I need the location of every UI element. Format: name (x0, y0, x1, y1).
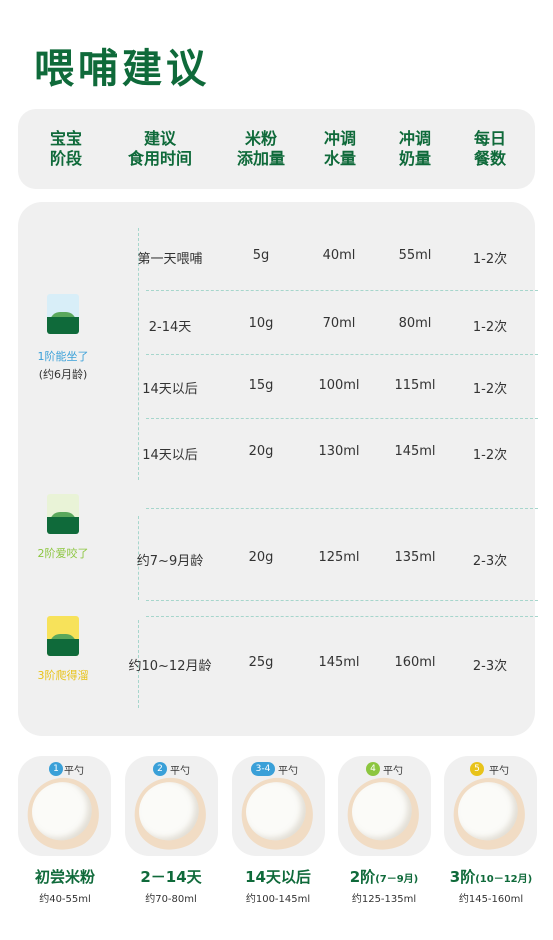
spoon-count-badge: 5 (470, 762, 484, 776)
page-title: 喂哺建议 (34, 46, 210, 92)
cell-time: 14天以后 (142, 382, 198, 397)
cell-time: 14天以后 (142, 448, 198, 463)
header-water: 冲调 水量 (323, 129, 356, 168)
spoon-card: 4 平勺 (336, 756, 431, 861)
row-divider (146, 418, 538, 419)
header-amount: 米粉 添加量 (236, 129, 285, 168)
spoon-level-label: 平勺 (170, 766, 190, 777)
cell-amount: 15g (248, 378, 274, 393)
spoon-level-label: 平勺 (383, 766, 403, 777)
header-meals: 每日 餐数 (473, 129, 506, 168)
stage3-package-icon (47, 616, 79, 656)
spoon-card: 1 平勺 (16, 756, 111, 861)
spoon-count-badge: 3-4 (251, 762, 275, 776)
spoon-stage-label: 3阶(10－12月) (449, 868, 533, 886)
cell-time: 2-14天 (148, 320, 192, 335)
cell-time: 约7~9月龄 (136, 554, 204, 569)
spoon-stage-label: 14天以后 (245, 868, 311, 886)
spoon-card: 5 平勺 (442, 756, 537, 861)
row-divider (146, 508, 538, 509)
spoon-icon (442, 767, 536, 861)
spoon-card: 3-4 平勺 (230, 756, 325, 861)
spoon-icon (230, 767, 324, 861)
cell-meals: 1-2次 (472, 320, 508, 335)
stage1-label: 1阶能坐了 (37, 350, 89, 363)
cell-amount: 20g (248, 550, 274, 565)
spoon-volume: 约145-160ml (458, 894, 524, 905)
spoon-level-label: 平勺 (489, 766, 509, 777)
cell-meals: 2-3次 (472, 659, 508, 674)
cell-amount: 25g (248, 655, 274, 670)
spoon-count-badge: 4 (366, 762, 380, 776)
spoon-stage-label: 2－14天 (140, 868, 202, 886)
spoon-volume: 约100-145ml (245, 894, 311, 905)
header-milk: 冲调 奶量 (398, 129, 431, 168)
table-header: 宝宝 阶段 建议 食用时间 米粉 添加量 冲调 水量 冲调 奶量 每日 餐数 (18, 109, 535, 189)
stage2-package-icon (47, 494, 79, 534)
spoon-icon (16, 767, 110, 861)
spoon-volume: 约70-80ml (145, 894, 197, 905)
stage1-age: (约6月龄) (38, 368, 88, 381)
row-divider (146, 290, 538, 291)
spoon-card: 2 平勺 (123, 756, 218, 861)
cell-amount: 20g (248, 444, 274, 459)
spoon-icon (336, 767, 430, 861)
stage2-label: 2阶爱咬了 (37, 547, 89, 560)
spoon-count-badge: 1 (49, 762, 63, 776)
cell-meals: 1-2次 (472, 382, 508, 397)
spoon-level-label: 平勺 (64, 766, 84, 777)
spoon-icon (123, 767, 217, 861)
stage1-package-icon (47, 294, 79, 334)
spoon-count-badge: 2 (153, 762, 167, 776)
stage3-label: 3阶爬得溜 (37, 669, 89, 682)
row-divider (146, 616, 538, 617)
cell-meals: 1-2次 (472, 448, 508, 463)
spoon-stage-label: 初尝米粉 (34, 868, 95, 886)
cell-amount: 5g (252, 248, 270, 263)
row-divider (146, 600, 538, 601)
cell-time: 第一天喂哺 (137, 252, 203, 267)
row-divider (146, 354, 538, 355)
spoon-stage-label: 2阶(7－9月) (349, 868, 419, 886)
cell-amount: 10g (248, 316, 274, 331)
cell-meals: 2-3次 (472, 554, 508, 569)
cell-meals: 1-2次 (472, 252, 508, 267)
header-stage: 宝宝 阶段 (49, 129, 82, 168)
spoon-level-label: 平勺 (278, 766, 298, 777)
header-time: 建议 食用时间 (127, 129, 192, 168)
spoon-volume: 约125-135ml (351, 894, 417, 905)
feeding-table: 1阶能坐了 (约6月龄) 2阶爱咬了 3阶爬得溜 第一天喂哺 5g 40ml 5… (18, 202, 538, 736)
cell-time: 约10~12月龄 (128, 659, 212, 674)
spoon-volume: 约40-55ml (39, 894, 91, 905)
